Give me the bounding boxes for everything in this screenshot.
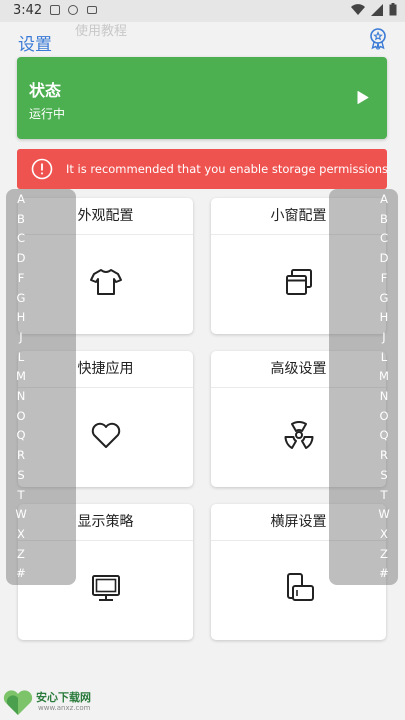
index-letter[interactable]: # <box>11 566 31 580</box>
index-letter[interactable]: C <box>374 231 394 245</box>
index-letter[interactable]: H <box>11 310 31 324</box>
index-letter[interactable]: F <box>11 271 31 285</box>
index-letter[interactable]: R <box>11 448 31 462</box>
index-letter[interactable]: S <box>374 468 394 482</box>
index-letter[interactable]: N <box>11 389 31 403</box>
notification-a-icon <box>50 5 60 15</box>
notification-dot-icon <box>68 5 78 15</box>
index-letter[interactable]: X <box>374 527 394 541</box>
index-letter[interactable]: B <box>11 212 31 226</box>
index-letter[interactable]: O <box>11 409 31 423</box>
ghost-tab-text: 使用教程 <box>75 24 128 39</box>
status-time: 3:42 <box>13 3 43 18</box>
windows-icon <box>285 269 312 295</box>
index-letter[interactable]: H <box>374 310 394 324</box>
index-letter[interactable]: J <box>374 330 394 344</box>
index-letter[interactable]: B <box>374 212 394 226</box>
index-letter[interactable]: L <box>11 350 31 364</box>
index-letter[interactable]: D <box>11 251 31 265</box>
index-letter[interactable]: T <box>374 488 394 502</box>
storage-permission-alert[interactable]: It is recommended that you enable storag… <box>17 149 388 189</box>
heart-logo-icon <box>3 690 33 715</box>
alphabet-index-left[interactable]: A B C D F G H J L M N O Q R S T W X Z # <box>6 189 76 585</box>
status-bar: 3:42 <box>0 0 405 22</box>
status-subtitle: 运行中 <box>29 107 66 121</box>
index-letter[interactable]: L <box>374 350 394 364</box>
index-letter[interactable]: N <box>374 389 394 403</box>
tshirt-icon <box>89 269 122 295</box>
index-letter[interactable]: S <box>11 468 31 482</box>
watermark-url: www.anxz.com <box>38 704 91 712</box>
app-bar: 使用教程 设置 <box>0 22 405 56</box>
index-letter[interactable]: X <box>11 527 31 541</box>
index-letter[interactable]: Z <box>11 547 31 561</box>
heart-icon <box>91 422 120 448</box>
index-letter[interactable]: W <box>11 507 31 521</box>
wifi-icon <box>351 3 365 15</box>
signal-icon <box>371 3 383 16</box>
index-letter[interactable]: # <box>374 566 394 580</box>
watermark-title: 安心下载网 <box>36 691 91 704</box>
radiation-icon <box>284 421 313 449</box>
index-letter[interactable]: Q <box>374 428 394 442</box>
index-letter[interactable]: O <box>374 409 394 423</box>
monitor-icon <box>91 575 120 601</box>
index-letter[interactable]: F <box>374 271 394 285</box>
notification-media-icon <box>87 6 97 14</box>
play-icon[interactable] <box>357 91 369 104</box>
index-letter[interactable]: M <box>11 369 31 383</box>
status-card[interactable]: 状态 运行中 <box>17 57 387 139</box>
index-letter[interactable]: G <box>374 291 394 305</box>
index-letter[interactable]: Q <box>11 428 31 442</box>
alphabet-index-right[interactable]: A B C D F G H J L M N O Q R S T W X Z # <box>329 189 398 585</box>
index-letter[interactable]: C <box>11 231 31 245</box>
site-watermark: 安心下载网 www.anxz.com <box>2 686 122 718</box>
index-letter[interactable]: T <box>11 488 31 502</box>
index-letter[interactable]: M <box>374 369 394 383</box>
alert-text: It is recommended that you enable storag… <box>66 162 388 176</box>
page-title: 设置 <box>18 35 52 55</box>
index-letter[interactable]: W <box>374 507 394 521</box>
index-letter[interactable]: R <box>374 448 394 462</box>
index-letter[interactable]: A <box>374 192 394 206</box>
index-letter[interactable]: A <box>11 192 31 206</box>
index-letter[interactable]: D <box>374 251 394 265</box>
index-letter[interactable]: Z <box>374 547 394 561</box>
index-letter[interactable]: J <box>11 330 31 344</box>
badge-icon[interactable] <box>366 26 390 50</box>
alert-icon <box>31 158 53 180</box>
index-letter[interactable]: G <box>11 291 31 305</box>
battery-icon <box>389 3 397 16</box>
status-title: 状态 <box>29 81 62 100</box>
rotate-screen-icon <box>286 573 314 601</box>
